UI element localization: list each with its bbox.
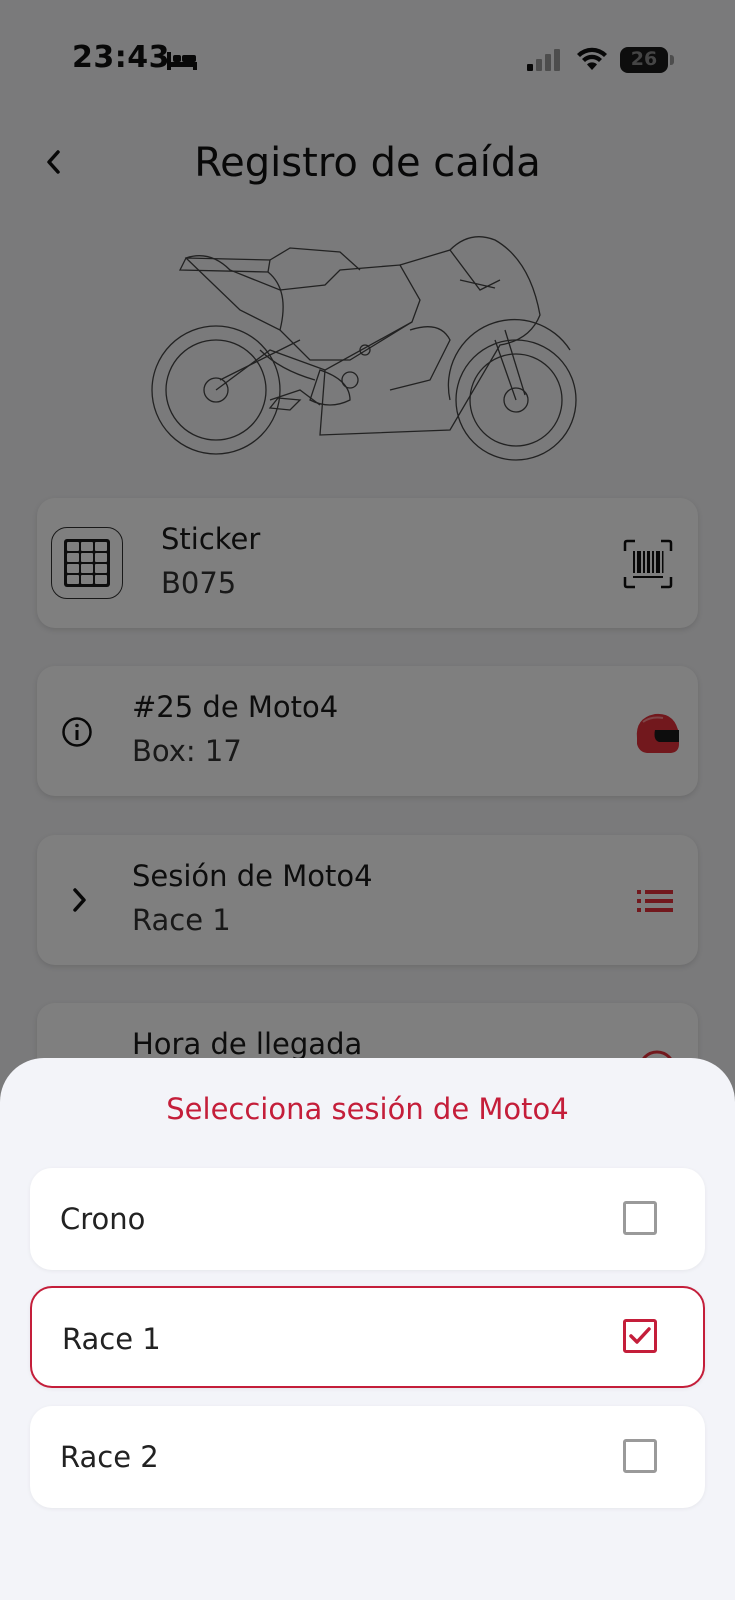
option-label: Race 2 <box>60 1440 159 1474</box>
sheet-title: Selecciona sesión de Moto4 <box>166 1092 569 1126</box>
option-crono[interactable]: Crono <box>30 1168 705 1270</box>
check-icon <box>629 1327 651 1344</box>
option-race-1[interactable]: Race 1 <box>30 1286 705 1388</box>
option-race-2[interactable]: Race 2 <box>30 1406 705 1508</box>
checkbox-icon[interactable] <box>623 1201 657 1235</box>
option-label: Race 1 <box>62 1322 161 1356</box>
session-picker-sheet: Selecciona sesión de Moto4 Crono Race 1 … <box>0 1058 735 1600</box>
checkbox-icon[interactable] <box>623 1319 657 1353</box>
option-label: Crono <box>60 1202 146 1236</box>
screen: 23:43 26 Registro de caída <box>0 0 735 1600</box>
checkbox-icon[interactable] <box>623 1439 657 1473</box>
